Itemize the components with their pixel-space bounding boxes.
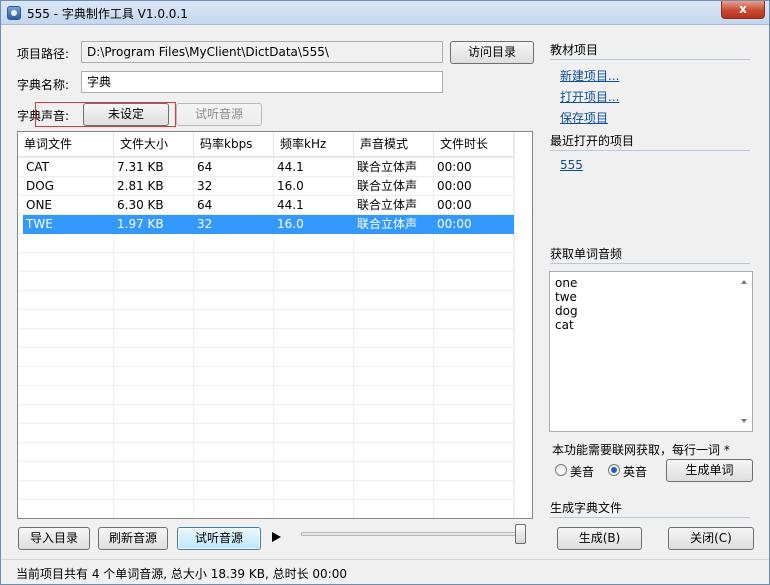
status-bar: 当前项目共有 4 个单词音源, 总大小 18.39 KB, 总时长 00:00 [1, 559, 769, 584]
build-button[interactable]: 生成(B) [557, 527, 642, 550]
scroll-down-icon[interactable] [741, 419, 747, 423]
table-cell: 64 [197, 160, 213, 174]
save-project-link[interactable]: 保存项目 [560, 109, 608, 126]
table-cell: CAT [26, 160, 49, 174]
list-rows: CAT 7.31 KB 64 44.1 联合立体声 00:00 DOG 2.81… [23, 158, 514, 234]
table-cell: 44.1 [277, 198, 304, 212]
divider [550, 263, 750, 264]
word-line: dog [555, 304, 578, 318]
column-header[interactable]: 文件大小 [114, 132, 194, 157]
table-cell: 32 [197, 179, 213, 193]
volume-slider-thumb[interactable] [515, 524, 526, 544]
recent-section-title: 最近打开的项目 [550, 134, 635, 148]
textbook-section-title: 教材项目 [550, 43, 599, 57]
radio-us-label[interactable]: 美音 [570, 463, 594, 480]
title-bar: 555 - 字典制作工具 V1.0.0.1 x [1, 1, 769, 25]
divider [550, 59, 750, 60]
radio-uk[interactable] [608, 464, 620, 476]
new-project-link[interactable]: 新建项目... [560, 67, 619, 84]
fetch-note: 本功能需要联网获取，每行一词 * [552, 443, 730, 457]
path-label: 项目路径: [17, 47, 70, 61]
table-cell: DOG [26, 179, 54, 193]
name-label: 字典名称: [17, 78, 70, 92]
word-line: twe [555, 290, 577, 304]
app-window: 555 - 字典制作工具 V1.0.0.1 x 项目路径: D:\Program… [0, 0, 770, 585]
table-cell: 00:00 [437, 198, 472, 212]
textarea-scrollbar[interactable] [737, 272, 752, 431]
table-cell: 联合立体声 [357, 198, 418, 212]
list-header: 单词文件 文件大小 码率kbps 频率kHz 声音模式 文件时长 [18, 132, 514, 157]
table-cell: 2.81 KB [117, 179, 164, 193]
word-file-list[interactable]: 单词文件 文件大小 码率kbps 频率kHz 声音模式 文件时长 CAT 7.3… [17, 131, 533, 519]
column-header[interactable]: 文件时长 [434, 132, 514, 157]
table-cell: 00:00 [437, 160, 472, 174]
divider [550, 150, 750, 151]
word-line: cat [555, 318, 574, 332]
word-line: one [555, 276, 578, 290]
visit-directory-button[interactable]: 访问目录 [450, 41, 534, 64]
generate-words-button[interactable]: 生成单词 [666, 459, 753, 482]
table-cell: 32 [197, 217, 213, 231]
refresh-source-button[interactable]: 刷新音源 [98, 527, 168, 550]
table-cell: 1.97 KB [117, 217, 164, 231]
status-text: 当前项目共有 4 个单词音源, 总大小 18.39 KB, 总时长 00:00 [16, 567, 348, 581]
column-header[interactable]: 单词文件 [18, 132, 114, 157]
preview-source-button[interactable]: 试听音源 [177, 527, 261, 550]
table-cell: 联合立体声 [357, 217, 418, 231]
table-cell: 44.1 [277, 160, 304, 174]
close-button[interactable]: x [721, 1, 765, 19]
table-cell: 7.31 KB [117, 160, 164, 174]
volume-slider-track[interactable] [301, 532, 525, 536]
radio-uk-label[interactable]: 英音 [623, 463, 647, 480]
column-header[interactable]: 频率kHz [274, 132, 354, 157]
table-cell: 64 [197, 198, 213, 212]
divider [550, 517, 750, 518]
voice-preview-button[interactable]: 试听音源 [176, 103, 262, 126]
table-row[interactable]: DOG 2.81 KB 32 16.0 联合立体声 00:00 [23, 177, 514, 196]
table-cell: 联合立体声 [357, 179, 418, 193]
open-project-link[interactable]: 打开项目... [560, 88, 619, 105]
close-dialog-button[interactable]: 关闭(C) [668, 527, 754, 550]
column-header[interactable]: 声音模式 [354, 132, 434, 157]
table-row[interactable]: CAT 7.31 KB 64 44.1 联合立体声 00:00 [23, 158, 514, 177]
table-cell: 联合立体声 [357, 160, 418, 174]
fetch-section-title: 获取单词音频 [550, 247, 623, 261]
app-icon [7, 6, 21, 20]
table-cell: 16.0 [277, 217, 304, 231]
path-field[interactable]: D:\Program Files\MyClient\DictData\555\ [81, 41, 443, 63]
table-cell: 00:00 [437, 179, 472, 193]
play-icon[interactable] [272, 532, 281, 542]
column-header[interactable]: 码率kbps [194, 132, 274, 157]
radio-us[interactable] [555, 464, 567, 476]
window-title: 555 - 字典制作工具 V1.0.0.1 [27, 7, 188, 21]
word-list-textarea[interactable]: one twe dog cat [549, 271, 753, 432]
table-cell: 16.0 [277, 179, 304, 193]
highlight-box [35, 102, 176, 127]
table-cell: ONE [26, 198, 53, 212]
table-row-selected[interactable]: TWE 1.97 KB 32 16.0 联合立体声 00:00 [23, 215, 514, 234]
table-row[interactable]: ONE 6.30 KB 64 44.1 联合立体声 00:00 [23, 196, 514, 215]
scroll-up-icon[interactable] [741, 280, 747, 284]
build-section-title: 生成字典文件 [550, 501, 623, 515]
table-cell: 6.30 KB [117, 198, 164, 212]
recent-project-link[interactable]: 555 [560, 158, 583, 172]
table-cell: 00:00 [437, 217, 472, 231]
table-cell: TWE [26, 217, 53, 231]
list-scroll-area[interactable] [514, 132, 532, 518]
import-directory-button[interactable]: 导入目录 [18, 527, 90, 550]
dict-name-input[interactable]: 字典 [81, 71, 443, 93]
